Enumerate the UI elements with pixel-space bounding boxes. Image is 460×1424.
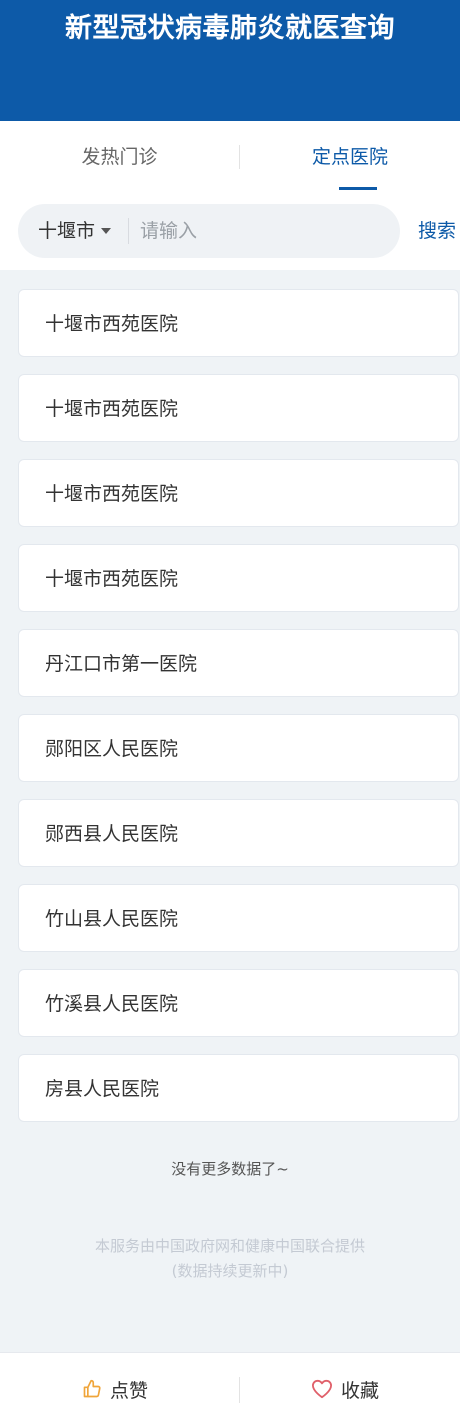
like-button[interactable]: 点赞 <box>0 1353 230 1424</box>
hospital-item[interactable]: 竹山县人民医院 <box>18 884 459 952</box>
hospital-item[interactable]: 十堰市西苑医院 <box>18 544 459 612</box>
tab-designated-hospital[interactable]: 定点医院 <box>240 121 460 193</box>
hospital-item[interactable]: 十堰市西苑医院 <box>18 374 459 442</box>
hospital-item[interactable]: 郧西县人民医院 <box>18 799 459 867</box>
heart-icon <box>311 1379 332 1399</box>
caret-down-icon <box>101 228 112 234</box>
tab-fever-clinic[interactable]: 发热门诊 <box>0 121 239 193</box>
like-label: 点赞 <box>109 1379 148 1402</box>
favorite-label: 收藏 <box>340 1379 379 1402</box>
favorite-button[interactable]: 收藏 <box>230 1353 460 1424</box>
hospital-item[interactable]: 竹溪县人民医院 <box>18 969 459 1037</box>
footer-note: 本服务由中国政府网和健康中国联合提供 (数据持续更新中) <box>0 1234 460 1284</box>
search-input[interactable] <box>140 204 390 258</box>
hospital-item[interactable]: 房县人民医院 <box>18 1054 459 1122</box>
search-bar: 十堰市 <box>18 204 400 258</box>
list-end-text: 没有更多数据了~ <box>171 1160 289 1178</box>
active-tab-indicator <box>339 187 377 190</box>
footer-line-1: 本服务由中国政府网和健康中国联合提供 <box>94 1237 365 1255</box>
page-header: 新型冠状病毒肺炎就医查询 <box>0 0 460 121</box>
search-button[interactable]: 搜索 <box>418 204 456 258</box>
search-divider <box>128 218 129 244</box>
city-select[interactable]: 十堰市 <box>38 204 112 258</box>
hospital-item[interactable]: 十堰市西苑医院 <box>18 459 459 527</box>
thumbs-up-icon <box>83 1379 101 1398</box>
bottom-action-bar: 点赞 收藏 <box>0 1352 460 1424</box>
hospital-item[interactable]: 十堰市西苑医院 <box>18 289 459 357</box>
page-title: 新型冠状病毒肺炎就医查询 <box>65 13 395 44</box>
hospital-item[interactable]: 郧阳区人民医院 <box>18 714 459 782</box>
hospital-item[interactable]: 丹江口市第一医院 <box>18 629 459 697</box>
footer-line-2: (数据持续更新中) <box>171 1262 289 1280</box>
city-select-label: 十堰市 <box>38 220 96 242</box>
